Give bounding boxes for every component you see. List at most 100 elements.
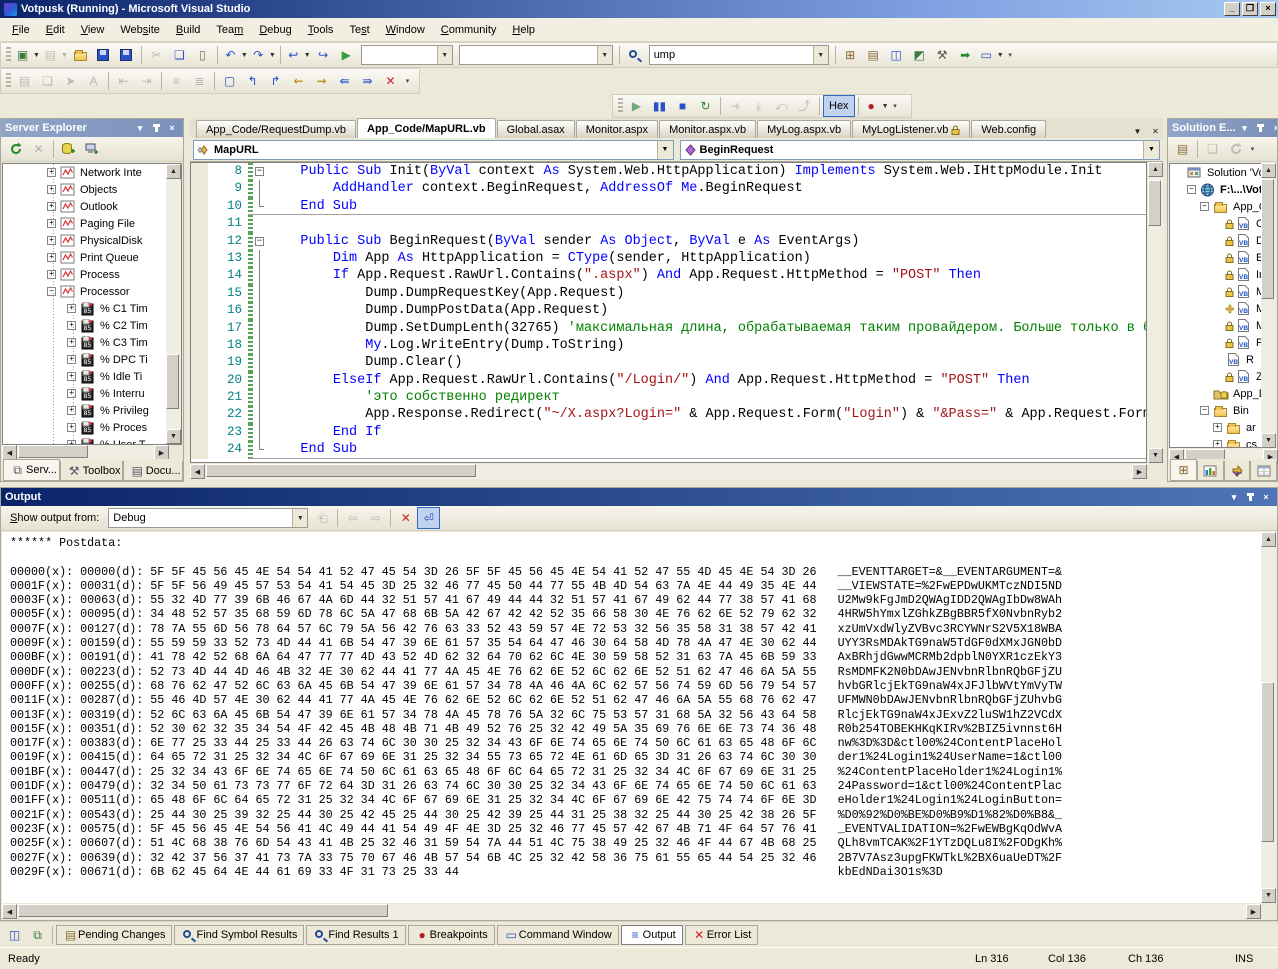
save-button[interactable] — [92, 44, 115, 66]
expand-expand-icon[interactable]: + — [67, 338, 76, 347]
menu-view[interactable]: View — [73, 20, 113, 40]
output-vscrollbar[interactable]: ▲ ▼ — [1261, 532, 1276, 903]
solution-tree-item[interactable]: VBPr — [1170, 334, 1262, 351]
refresh-button[interactable] — [1224, 138, 1247, 160]
word-completion-button[interactable]: A — [82, 70, 105, 92]
chevron-down-icon[interactable]: ▼ — [292, 509, 308, 527]
code-line-15[interactable]: 15 Dump.DumpRequestKey(App.Request) — [191, 284, 1146, 303]
outlining-margin[interactable] — [253, 267, 268, 285]
solution-tree-item[interactable]: VBM — [1170, 317, 1262, 334]
code-line-11[interactable]: 11 — [191, 215, 1146, 233]
dropdown-arrow-icon[interactable]: ▼ — [882, 103, 889, 110]
restart-debug-button[interactable]: ↻ — [694, 95, 717, 117]
scroll-up-icon[interactable]: ▲ — [166, 164, 181, 179]
chevron-down-icon[interactable]: ▼ — [596, 46, 612, 64]
decrease-indent-button[interactable]: ⇤ — [112, 70, 135, 92]
display-member-list-button[interactable]: ❏ — [36, 70, 59, 92]
connect-server-button[interactable] — [80, 138, 103, 160]
copy-website-button[interactable]: ❏ — [1201, 138, 1224, 160]
server-tree-item[interactable]: +85 % C1 Tim — [3, 300, 181, 317]
scroll-up-icon[interactable]: ▲ — [1261, 163, 1276, 178]
object-browser-button[interactable]: ◫ — [885, 44, 908, 66]
output-text-area[interactable]: ****** Postdata: 00000(x): 00000(d): 5F … — [2, 532, 1261, 903]
document-tab-myloglistener-vb[interactable]: MyLogListener.vb — [852, 120, 971, 138]
solution-tree-item[interactable]: Solution 'Votp — [1170, 164, 1262, 181]
panel-tab-docu[interactable]: ▤ Docu... — [122, 461, 183, 481]
parameter-info-button[interactable]: ➤ — [59, 70, 82, 92]
server-tree-item[interactable]: + Process — [3, 266, 181, 283]
outlining-margin[interactable] — [253, 319, 268, 337]
command-window-button[interactable]: ▭ ▼ — [977, 44, 1005, 66]
editor-vscrollbar[interactable]: ▲ ▼ — [1148, 162, 1163, 463]
undo-button[interactable]: ↶ ▼ — [221, 44, 249, 66]
scroll-right-icon[interactable]: ▶ — [1246, 904, 1261, 919]
display-object-list-button[interactable]: ▤ — [13, 70, 36, 92]
connect-database-button[interactable] — [57, 138, 80, 160]
tab-command-window[interactable]: ▭ Command Window — [496, 924, 619, 945]
outlining-margin[interactable]: − — [253, 233, 268, 250]
chevron-down-icon[interactable]: ▼ — [656, 140, 673, 159]
indicator-margin[interactable] — [191, 249, 208, 268]
indicator-margin[interactable] — [191, 336, 208, 355]
close-document-icon[interactable]: ✕ — [1148, 124, 1163, 138]
solution-tree-item[interactable]: VBM — [1170, 300, 1262, 317]
tab-find-results-1[interactable]: Find Results 1 — [306, 924, 406, 945]
previous-message-button[interactable]: ⇦ — [341, 507, 364, 529]
outlining-margin[interactable] — [253, 215, 268, 232]
next-message-button[interactable]: ⇨ — [364, 507, 387, 529]
expand-expand-icon[interactable]: + — [47, 270, 56, 279]
scroll-thumb[interactable] — [18, 904, 388, 917]
server-tree-item[interactable]: + Network Inte — [3, 164, 181, 181]
menu-tools[interactable]: Tools — [300, 20, 342, 40]
document-tab-mylog-aspx-vb[interactable]: MyLog.aspx.vb — [757, 120, 852, 138]
panel-tab-toolbox[interactable]: ⚒ Toolbox — [59, 461, 123, 481]
close-button[interactable]: × — [1260, 2, 1276, 16]
comment-lines-button[interactable]: ≡ — [165, 70, 188, 92]
output-hscrollbar[interactable]: ◀ ▶ — [2, 904, 1261, 919]
expand-expand-icon[interactable]: + — [47, 202, 56, 211]
indicator-margin[interactable] — [191, 267, 208, 285]
scroll-left-icon[interactable]: ◀ — [190, 464, 205, 479]
add-item-button[interactable]: ▤ ▼ — [41, 44, 69, 66]
scroll-right-icon[interactable]: ▶ — [154, 445, 169, 460]
solution-explorer-caption[interactable]: Solution E... ▾ × — [1168, 119, 1277, 137]
step-out-button[interactable]: ⤴ — [793, 95, 816, 117]
server-tree-item[interactable]: − Processor — [3, 283, 181, 300]
scroll-thumb[interactable] — [1148, 180, 1161, 226]
server-tree-item[interactable]: +85 % DPC Ti — [3, 351, 181, 368]
dropdown-arrow-icon[interactable]: ▼ — [269, 52, 276, 59]
outlining-margin[interactable] — [253, 180, 268, 198]
indicator-margin[interactable] — [191, 302, 208, 320]
close-panel-icon[interactable]: × — [1270, 122, 1277, 135]
next-bookmark-button[interactable]: ↱ — [264, 70, 287, 92]
paste-button[interactable]: ▯ — [191, 44, 214, 66]
word-wrap-button[interactable]: ⏎ — [417, 507, 441, 529]
minimize-button[interactable]: _ — [1224, 2, 1240, 16]
expand-expand-icon[interactable]: + — [67, 304, 76, 313]
find-in-files-button[interactable] — [623, 44, 646, 66]
scroll-up-icon[interactable]: ▲ — [1261, 532, 1276, 547]
expand-collapse-icon[interactable]: − — [1187, 185, 1196, 194]
menu-website[interactable]: Website — [112, 20, 168, 40]
toolbar-grip[interactable] — [6, 73, 11, 89]
indicator-margin[interactable] — [191, 163, 208, 181]
title-bar[interactable]: Votpusk (Running) - Microsoft Visual Stu… — [0, 0, 1278, 18]
solution-tree-item[interactable]: + cs — [1170, 436, 1262, 447]
expand-expand-icon[interactable]: + — [47, 219, 56, 228]
scroll-left-icon[interactable]: ◀ — [2, 904, 17, 919]
find-combo[interactable]: ump ▼ — [648, 45, 829, 65]
outlining-margin[interactable] — [253, 249, 268, 268]
indicator-margin[interactable] — [191, 180, 208, 198]
solution-tree-item[interactable]: VBCl — [1170, 215, 1262, 232]
toolbar-overflow-icon[interactable]: ▾ — [402, 70, 413, 92]
start-debug-button[interactable]: ▶ — [335, 44, 358, 66]
solution-tree-item[interactable]: App_D — [1170, 385, 1262, 402]
code-line-13[interactable]: 13 Dim App As HttpApplication = CType(se… — [191, 249, 1146, 268]
step-over-button[interactable]: ⤺ — [770, 95, 793, 117]
document-tab-app_code-mapurl-vb[interactable]: App_Code/MapURL.vb — [357, 118, 496, 138]
code-line-21[interactable]: 21 'это собственно редирект — [191, 389, 1146, 407]
next-bookmark-document-button[interactable]: ⇛ — [356, 70, 379, 92]
editor-hscrollbar[interactable]: ◀ ▶ — [190, 464, 1147, 479]
code-line-12[interactable]: 12 − Public Sub BeginRequest(ByVal sender… — [191, 232, 1146, 250]
scroll-down-icon[interactable]: ▼ — [1261, 888, 1276, 903]
